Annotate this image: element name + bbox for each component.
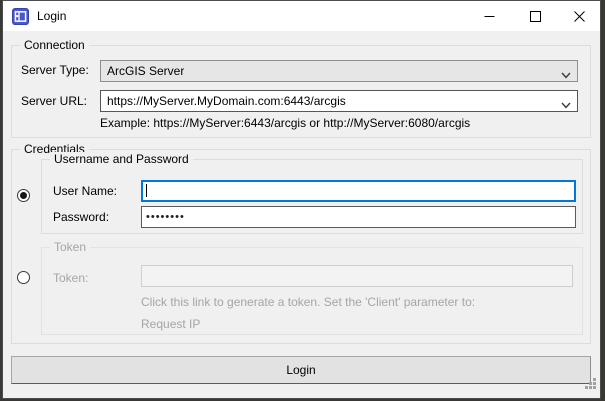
- maximize-icon: [530, 11, 541, 22]
- title-bar[interactable]: Login: [3, 1, 600, 31]
- token-radio[interactable]: [17, 271, 30, 284]
- password-input[interactable]: [141, 206, 576, 228]
- minimize-icon: [484, 11, 495, 22]
- password-label: Password:: [53, 210, 109, 224]
- chevron-down-icon: [561, 98, 571, 112]
- server-url-label: Server URL:: [21, 94, 87, 108]
- connection-group-label: Connection: [20, 38, 89, 52]
- token-input: [141, 265, 573, 287]
- token-group-label: Token: [50, 240, 90, 254]
- token-label: Token:: [53, 271, 88, 285]
- resize-grip-icon: [584, 377, 597, 390]
- chevron-down-icon: [561, 68, 571, 82]
- token-groupbox: Token: [41, 247, 583, 335]
- minimize-button[interactable]: [466, 1, 512, 31]
- close-icon: [574, 11, 585, 22]
- text-caret: [146, 184, 147, 197]
- server-url-value: https://MyServer.MyDomain.com:6443/arcgi…: [107, 94, 346, 108]
- maximize-button[interactable]: [512, 1, 558, 31]
- user-name-label: User Name:: [53, 184, 117, 198]
- login-button[interactable]: Login: [11, 356, 591, 384]
- window-title: Login: [37, 9, 66, 23]
- login-dialog: Login Connection Server Type:: [2, 0, 601, 399]
- server-type-value: ArcGIS Server: [107, 64, 184, 78]
- login-button-label: Login: [286, 363, 315, 377]
- close-button[interactable]: [558, 1, 600, 31]
- app-form-icon: [12, 8, 29, 25]
- username-password-group-label: Username and Password: [50, 152, 193, 166]
- server-type-dropdown[interactable]: ArcGIS Server: [100, 60, 578, 82]
- token-client-value-text: Request IP: [141, 317, 200, 331]
- caption-buttons: [466, 1, 600, 31]
- server-url-combobox[interactable]: https://MyServer.MyDomain.com:6443/arcgi…: [100, 90, 578, 112]
- server-url-example-text: Example: https://MyServer:6443/arcgis or…: [100, 116, 470, 130]
- server-type-label: Server Type:: [21, 63, 89, 77]
- username-password-radio[interactable]: [17, 189, 30, 202]
- token-instruction-text: Click this link to generate a token. Set…: [141, 295, 475, 309]
- resize-grip[interactable]: [584, 377, 597, 395]
- user-name-input[interactable]: [141, 180, 576, 202]
